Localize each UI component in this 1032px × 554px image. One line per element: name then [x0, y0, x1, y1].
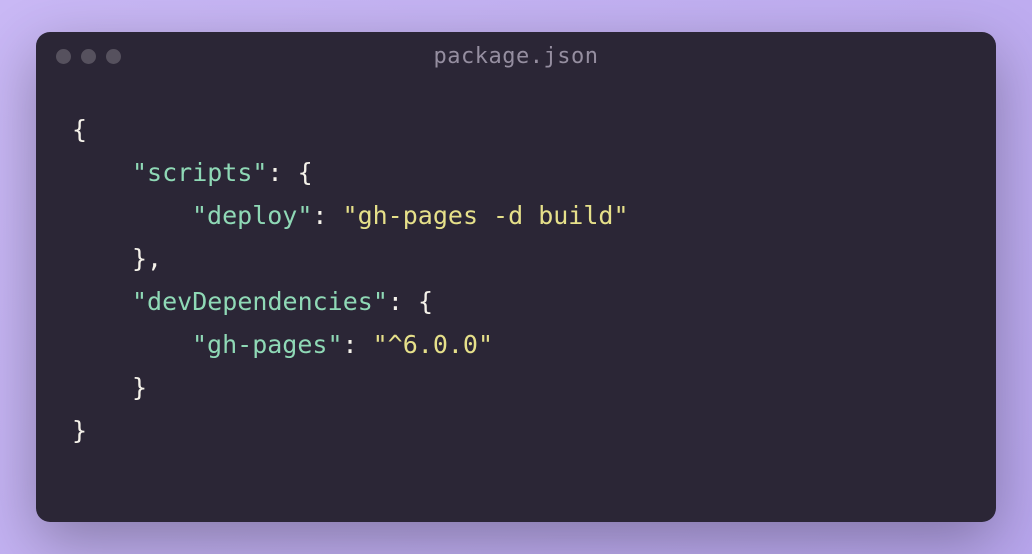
json-punct: : { — [388, 287, 433, 316]
code-line: } — [72, 409, 960, 452]
minimize-icon[interactable] — [81, 49, 96, 64]
json-punct: : — [312, 201, 342, 230]
json-string: "gh-pages -d build" — [343, 201, 629, 230]
json-punct: : — [343, 330, 373, 359]
close-icon[interactable] — [56, 49, 71, 64]
brace-open: { — [72, 115, 87, 144]
json-punct: : { — [267, 158, 312, 187]
json-key: "gh-pages" — [192, 330, 343, 359]
window-title: package.json — [56, 44, 976, 69]
json-punct: }, — [132, 244, 162, 273]
code-line: }, — [72, 237, 960, 280]
traffic-lights — [56, 49, 121, 64]
code-editor[interactable]: { "scripts": { "deploy": "gh-pages -d bu… — [36, 80, 996, 522]
brace-close: } — [72, 416, 87, 445]
code-line: "scripts": { — [72, 151, 960, 194]
code-line: "gh-pages": "^6.0.0" — [72, 323, 960, 366]
maximize-icon[interactable] — [106, 49, 121, 64]
json-key: "deploy" — [192, 201, 312, 230]
title-bar: package.json — [36, 32, 996, 80]
code-line: } — [72, 366, 960, 409]
editor-window: package.json { "scripts": { "deploy": "g… — [36, 32, 996, 522]
code-line: "devDependencies": { — [72, 280, 960, 323]
json-string: "^6.0.0" — [373, 330, 493, 359]
json-key: "devDependencies" — [132, 287, 388, 316]
code-line: "deploy": "gh-pages -d build" — [72, 194, 960, 237]
json-key: "scripts" — [132, 158, 267, 187]
code-line: { — [72, 108, 960, 151]
json-punct: } — [132, 373, 147, 402]
